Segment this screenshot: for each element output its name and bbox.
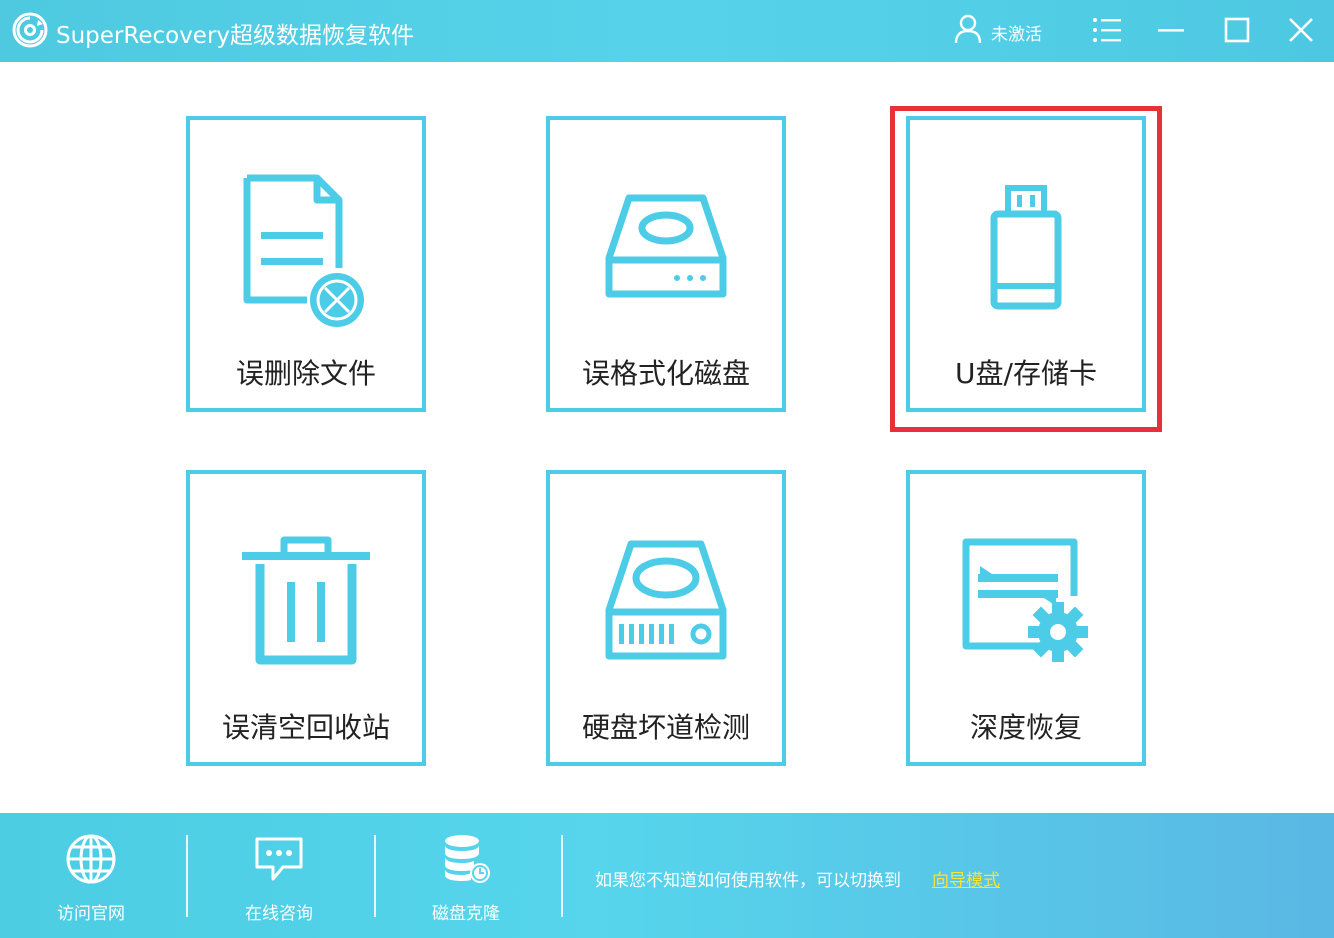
footer-label: 在线咨询 [245,904,313,924]
tile-usb-drive[interactable]: U盘/存储卡 [906,116,1146,412]
footer-divider [186,835,188,917]
menu-list-icon[interactable] [1092,16,1122,44]
activation-status[interactable]: 未激活 [991,20,1042,45]
title-bar: SuperRecovery超级数据恢复软件 未激活 [0,0,1334,62]
tile-deleted-file[interactable]: 误删除文件 [186,116,426,412]
hard-disk-check-icon [605,540,727,660]
disk-clone-button[interactable]: 磁盘克隆 [391,813,541,938]
tile-label: 误格式化磁盘 [581,357,750,390]
footer-label: 磁盘克隆 [432,904,500,924]
chat-icon [255,837,303,881]
visit-website-button[interactable]: 访问官网 [16,813,166,938]
maximize-icon[interactable] [1222,16,1252,44]
tile-label: 深度恢复 [969,711,1082,744]
footer-divider [561,835,563,917]
tile-recycle-bin[interactable]: 误清空回收站 [186,470,426,766]
disk-clone-icon [445,835,490,883]
tile-formatted-disk[interactable]: 误格式化磁盘 [546,116,786,412]
recycle-bin-icon [242,536,370,665]
globe-icon [66,834,116,884]
app-logo-icon [12,12,48,48]
user-icon[interactable] [954,14,982,44]
guide-mode-link[interactable]: 向导模式 [932,866,1000,891]
tile-label: 误清空回收站 [221,711,390,744]
formatted-disk-icon [605,194,727,298]
minimize-icon[interactable] [1156,16,1186,44]
app-title: SuperRecovery超级数据恢复软件 [56,23,415,49]
deep-recovery-icon [962,538,1088,662]
deleted-file-icon [243,174,364,327]
tile-label: 误删除文件 [235,357,376,390]
tile-hard-disk-check[interactable]: 硬盘坏道检测 [546,470,786,766]
footer-label: 访问官网 [57,904,125,924]
footer-divider [374,835,376,917]
guide-hint-text: 如果您不知道如何使用软件，可以切换到 [595,871,901,891]
tile-deep-recovery[interactable]: 深度恢复 [906,470,1146,766]
tile-label: 硬盘坏道检测 [581,711,750,744]
close-icon[interactable] [1286,16,1316,44]
usb-drive-icon [990,185,1062,310]
tile-label: U盘/存储卡 [955,357,1097,390]
online-chat-button[interactable]: 在线咨询 [204,813,354,938]
